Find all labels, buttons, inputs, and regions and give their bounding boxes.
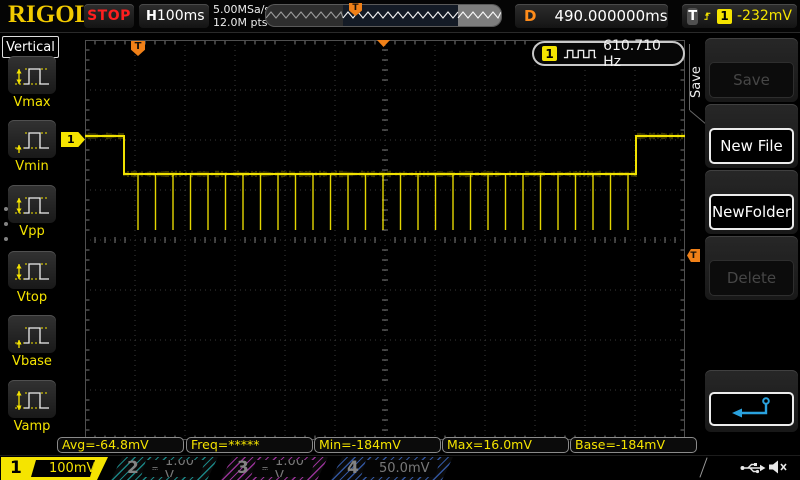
vtop-icon [12,255,52,285]
sidebar-item-label: Vamp [7,419,57,434]
sidebar-item-vpp[interactable]: Vpp [7,185,57,239]
channel-scale: 1.00 V [275,454,304,480]
save-button[interactable]: Save [709,62,794,98]
menu-slot: NewFolder [705,170,798,234]
sidebar-item-vmin[interactable]: Vmin [7,120,57,174]
measurement-min[interactable]: Min=-184mV [314,437,441,453]
left-menu-vertical: Vertical Vmax Vmin Vpp Vtop Vbase Vamp [0,33,60,455]
sidebar-item-vtop[interactable]: Vtop [7,251,57,305]
measurement-max[interactable]: Max=16.0mV [442,437,569,453]
measurement-freq[interactable]: Freq=***** [186,437,313,453]
channel3-status[interactable]: 3 1.00 V [221,457,328,480]
graticule-and-waveform [85,40,685,440]
dc-coupling-icon [152,464,158,473]
memory-depth: 12.0M pts [213,16,270,29]
trigger-level-marker[interactable]: T [687,249,700,262]
sidebar-item-label: Vmax [7,95,57,110]
channel2-status[interactable]: 2 1.00 V [111,457,218,480]
back-button[interactable] [709,392,794,426]
counter-value: 610.710 Hz [603,38,675,70]
menu-slot [705,370,798,432]
measurement-base[interactable]: Base=-184mV [570,437,697,453]
sidebar-item-vamp[interactable]: Vamp [7,380,57,434]
sidebar-item-vmax[interactable]: Vmax [7,56,57,110]
channel1-marker-label: 1 [67,133,75,146]
new-folder-button[interactable]: NewFolder [709,194,794,230]
sample-rate: 5.00MSa/s [213,3,270,16]
timebase-prefix: H [146,9,157,24]
vbase-icon [12,319,52,349]
delay-box[interactable]: D 490.000000ms [515,4,668,28]
channel1-position-marker[interactable]: 1 [61,132,85,147]
channel-status-bar: 1 100mV 2 1.00 V 3 1.00 V 4 50.0mV [0,455,800,480]
counter-channel-badge: 1 [542,46,557,61]
graticule [85,40,685,440]
channel-number: 3 [237,458,249,478]
channel-scale: 100mV [49,461,95,476]
sidebar-item-vbase[interactable]: Vbase [7,315,57,369]
run-state-indicator[interactable]: STOP [84,4,134,28]
channel4-status[interactable]: 4 50.0mV [331,457,453,480]
timebase-value: 100ms [157,8,205,24]
sidebar-item-label: Vpp [7,224,57,239]
sidebar-item-label: Vbase [7,354,57,369]
brand-logo: RIGOL [8,1,91,29]
vmax-icon [12,60,52,90]
channel-scale: 50.0mV [379,461,430,476]
trigger-level-label: T [690,251,696,261]
trigger-box[interactable]: T 1 -232mV [682,4,797,28]
delay-value: 490.000000ms [554,7,667,25]
trigger-flag-label: T [135,41,142,52]
return-arrow-icon [730,396,774,422]
trigger-prefix: T [687,8,698,25]
acquisition-info: 5.00MSa/s 12.0M pts [213,3,270,29]
vamp-icon [12,384,52,414]
sidebar-item-label: Vtop [7,290,57,305]
channel-number: 1 [10,458,22,478]
trigger-source-badge: 1 [717,9,732,24]
delete-button[interactable]: Delete [709,260,794,296]
oscilloscope-screen: RIGOL STOP H 100ms 5.00MSa/s 12.0M pts T… [0,0,800,480]
channel-number: 2 [127,458,139,478]
menu-tab-save: Save [688,55,705,109]
menu-slot: Delete [705,236,798,300]
menu-page-dots [4,196,8,252]
square-wave-icon [563,47,597,61]
trigger-level-value: -232mV [737,8,792,24]
menu-slot: Save [705,38,798,102]
channel1-status[interactable]: 1 100mV [1,457,108,480]
new-file-button[interactable]: New File [709,128,794,164]
trigger-flag-label: T [352,3,358,13]
menu-title: Vertical [2,36,59,58]
channel-scale: 1.00 V [165,454,194,480]
frequency-counter: 1 610.710 Hz [532,41,685,66]
usb-icon [740,461,766,475]
vmin-icon [12,124,52,154]
top-bar: RIGOL STOP H 100ms 5.00MSa/s 12.0M pts T… [0,0,800,33]
rising-edge-icon [703,8,712,24]
measurement-avg[interactable]: Avg=-64.8mV [57,437,184,453]
horizontal-position-strip[interactable]: T [265,4,502,27]
timebase-box[interactable]: H 100ms [139,4,209,28]
speaker-muted-icon [768,459,788,475]
waveform-thumbnail [266,5,501,26]
menu-slot: New File [705,104,798,168]
channel-number: 4 [347,458,359,478]
delay-prefix: D [524,7,536,25]
sidebar-item-label: Vmin [7,159,57,174]
vpp-icon [12,189,52,219]
dc-coupling-icon [262,464,268,473]
